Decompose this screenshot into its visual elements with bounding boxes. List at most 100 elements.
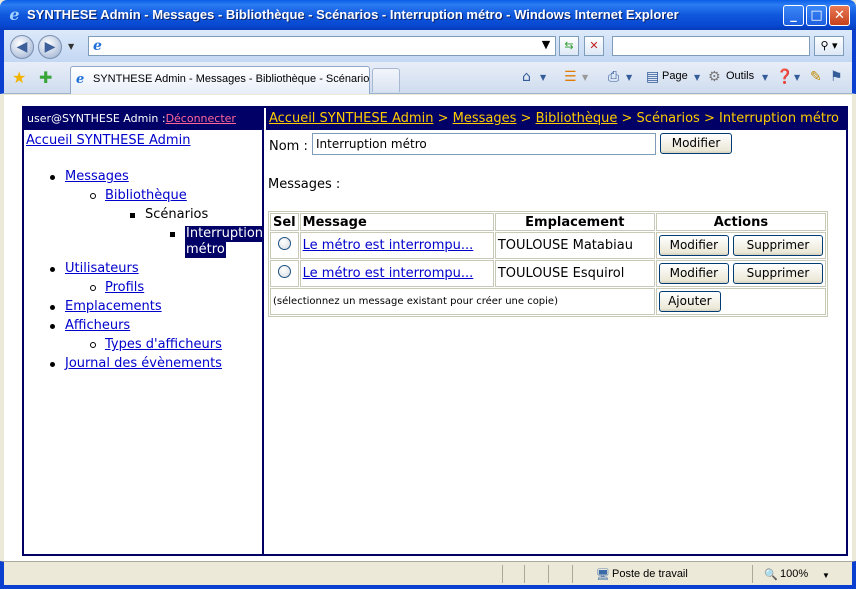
tree-selected-interruption-metro[interactable]: Interruption métro <box>185 226 265 258</box>
minimize-icon: _ <box>790 8 797 23</box>
home-link[interactable]: Accueil SYNTHESE Admin <box>26 133 190 148</box>
delete-row-button[interactable]: Supprimer <box>733 263 823 284</box>
tree-link-types-afficheurs[interactable]: Types d'afficheurs <box>105 337 222 352</box>
left-navigation: user@SYNTHESE Admin :Déconnecter Accueil… <box>24 108 265 554</box>
select-radio[interactable] <box>277 237 291 250</box>
print-dropdown-icon[interactable]: ▼ <box>626 73 632 82</box>
computer-zone-icon: 🖥 <box>596 569 610 581</box>
select-radio[interactable] <box>277 265 291 278</box>
table-row: Le métro est interrompu... TOULOUSE Esqu… <box>270 260 826 287</box>
tree-item-emplacements: Emplacements <box>50 299 162 314</box>
command-bar: ★ ✚ e SYNTHESE Admin - Messages - Biblio… <box>0 62 856 94</box>
select-cell <box>270 260 299 287</box>
tree-link-afficheurs[interactable]: Afficheurs <box>65 318 130 333</box>
forward-button[interactable]: ▶ <box>38 35 62 59</box>
refresh-button[interactable]: ⇆ <box>559 36 579 56</box>
disc-bullet-icon <box>50 267 55 272</box>
page-menu[interactable]: Page <box>662 70 688 82</box>
disc-bullet-icon <box>50 175 55 180</box>
page-dropdown-icon[interactable]: ▼ <box>694 73 700 82</box>
research-icon[interactable]: ✎ <box>810 69 822 85</box>
zoom-dropdown-icon[interactable]: ▼ <box>822 571 830 580</box>
maximize-button[interactable]: □ <box>806 5 827 26</box>
tree-link-emplacements[interactable]: Emplacements <box>65 299 162 314</box>
feeds-icon[interactable]: ☰ <box>564 69 577 85</box>
status-separator <box>502 565 503 583</box>
status-bar: 🖥 Poste de travail 🔍 100% ▼ <box>0 561 856 589</box>
address-input[interactable]: e <box>88 36 556 56</box>
table-footer-row: (sélectionnez un message existant pour c… <box>270 288 826 315</box>
message-link[interactable]: Le métro est interrompu... <box>303 238 474 253</box>
help-dropdown-icon[interactable]: ▼ <box>794 73 800 82</box>
col-header-emplacement: Emplacement <box>494 213 655 231</box>
copy-hint: (sélectionnez un message existant pour c… <box>270 288 655 315</box>
nom-input[interactable] <box>312 133 656 155</box>
modify-row-button[interactable]: Modifier <box>658 235 729 256</box>
breadcrumb-bibliotheque[interactable]: Bibliothèque <box>536 111 618 126</box>
tree-link-profils[interactable]: Profils <box>105 280 144 295</box>
zoom-icon: 🔍 <box>764 569 778 581</box>
breadcrumb-separator: > <box>437 111 449 126</box>
feeds-dropdown-icon[interactable]: ▼ <box>582 73 588 82</box>
tree-item-bibliotheque: Bibliothèque <box>90 188 187 203</box>
status-separator <box>572 565 573 583</box>
tree-link-bibliotheque[interactable]: Bibliothèque <box>105 188 187 203</box>
circle-bullet-icon <box>90 193 96 199</box>
admin-frame: user@SYNTHESE Admin :Déconnecter Accueil… <box>22 106 848 556</box>
circle-bullet-icon <box>90 285 96 291</box>
zoom-level[interactable]: 100% <box>780 568 808 580</box>
actions-cell: Modifier Supprimer <box>655 260 826 287</box>
back-button[interactable]: ◀ <box>10 35 34 59</box>
back-arrow-icon: ◀ <box>16 39 28 55</box>
delete-row-button[interactable]: Supprimer <box>733 235 823 256</box>
status-separator <box>548 565 549 583</box>
tree-link-messages[interactable]: Messages <box>65 169 129 184</box>
address-toolbar: ◀ ▶ ▼ e ▼ ⇆ ✕ ⚲ ▾ <box>0 30 856 62</box>
address-dropdown-icon[interactable]: ▼ <box>536 36 556 56</box>
favorites-star-icon[interactable]: ★ <box>12 68 26 87</box>
maximize-icon: □ <box>810 8 823 23</box>
message-link[interactable]: Le métro est interrompu... <box>303 266 474 281</box>
modify-row-button[interactable]: Modifier <box>658 263 729 284</box>
search-input[interactable] <box>612 36 810 56</box>
print-icon[interactable]: ⎙ <box>608 69 619 85</box>
disc-bullet-icon <box>50 324 55 329</box>
home-icon[interactable]: ⌂ <box>522 69 531 85</box>
tools-menu[interactable]: Outils <box>726 70 754 82</box>
disc-bullet-icon <box>50 362 55 367</box>
disc-bullet-icon <box>50 305 55 310</box>
messages-table: Sel Message Emplacement Actions Le métro… <box>268 211 828 317</box>
help-icon[interactable]: ❓ <box>776 69 793 85</box>
modify-name-button[interactable]: Modifier <box>660 133 732 154</box>
tree-link-utilisateurs[interactable]: Utilisateurs <box>65 261 139 276</box>
table-header-row: Sel Message Emplacement Actions <box>270 213 826 231</box>
tree-link-journal[interactable]: Journal des évènements <box>65 356 222 371</box>
stop-icon: ✕ <box>589 39 599 52</box>
messages-label: Messages : <box>268 177 341 192</box>
message-cell: Le métro est interrompu... <box>299 232 494 259</box>
tab-current[interactable]: e SYNTHESE Admin - Messages - Bibliothèq… <box>70 66 370 94</box>
status-separator <box>752 565 753 583</box>
add-button[interactable]: Ajouter <box>658 291 721 312</box>
emplacement-cell: TOULOUSE Esquirol <box>494 260 655 287</box>
history-dropdown-icon[interactable]: ▼ <box>68 42 74 51</box>
translate-icon[interactable]: ⚑ <box>830 69 843 85</box>
home-dropdown-icon[interactable]: ▼ <box>540 73 546 82</box>
breadcrumb-messages[interactable]: Messages <box>453 111 517 126</box>
new-tab-button[interactable] <box>372 68 400 92</box>
close-button[interactable]: ✕ <box>829 5 850 26</box>
tree-item-utilisateurs: Utilisateurs <box>50 261 139 276</box>
add-favorites-icon[interactable]: ✚ <box>39 68 52 87</box>
tools-dropdown-icon[interactable]: ▼ <box>762 73 768 82</box>
breadcrumb: Accueil SYNTHESE Admin > Messages > Bibl… <box>266 108 848 130</box>
square-bullet-icon <box>170 232 175 237</box>
minimize-button[interactable]: _ <box>783 5 804 26</box>
search-button[interactable]: ⚲ ▾ <box>814 36 844 56</box>
refresh-icon: ⇆ <box>564 39 574 52</box>
forward-arrow-icon: ▶ <box>44 39 56 55</box>
stop-button[interactable]: ✕ <box>584 36 604 56</box>
breadcrumb-home[interactable]: Accueil SYNTHESE Admin <box>269 111 433 126</box>
logout-link[interactable]: Déconnecter <box>166 112 236 125</box>
circle-bullet-icon <box>90 342 96 348</box>
page-ie-icon: e <box>93 38 102 54</box>
